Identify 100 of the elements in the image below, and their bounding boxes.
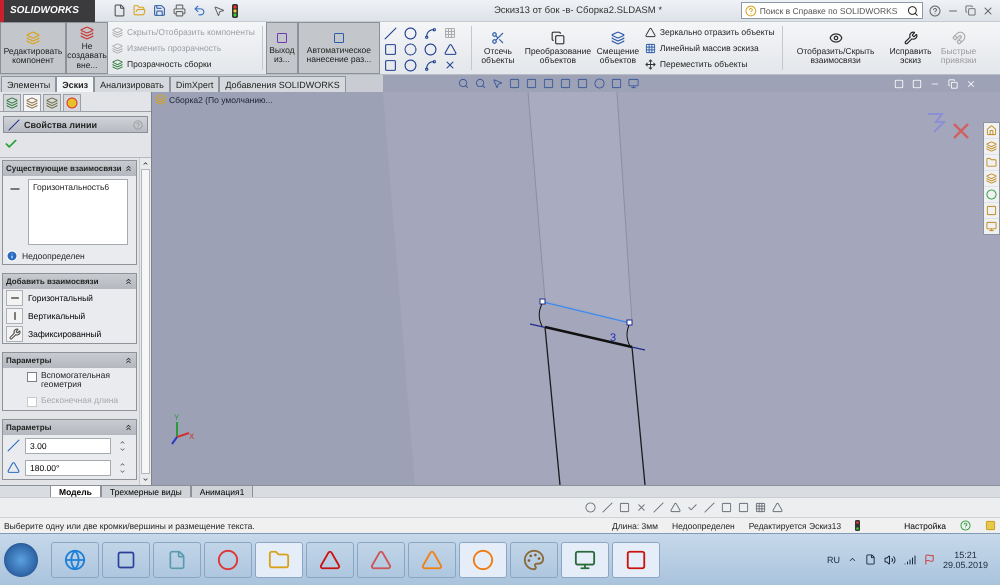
square-icon[interactable] [619, 502, 630, 513]
line-icon[interactable] [653, 502, 664, 513]
clock[interactable]: 15:21 29.05.2019 [942, 550, 988, 570]
line-icon[interactable] [384, 26, 397, 40]
traffic-light-button[interactable] [232, 4, 238, 18]
number-field[interactable]: 180.00° [25, 460, 111, 476]
panel-tab[interactable] [23, 94, 41, 112]
relation-button[interactable]: Вертикальный [3, 307, 136, 325]
save-button[interactable] [153, 4, 166, 17]
grid-icon[interactable] [755, 502, 766, 513]
ribbon-button[interactable]: Отобразить/Скрыть взаимосвязи [786, 22, 886, 74]
cross-icon[interactable] [636, 502, 647, 513]
panel-tab[interactable] [43, 94, 61, 112]
zoom-icon[interactable] [458, 78, 469, 89]
restore-icon[interactable] [948, 78, 958, 88]
help-icon[interactable] [929, 4, 941, 16]
close-icon[interactable] [982, 4, 994, 16]
square-icon[interactable] [577, 78, 588, 89]
task-pane-button[interactable] [984, 139, 999, 154]
sketch-line-drawing[interactable] [530, 298, 646, 351]
taskbar-button[interactable] [357, 542, 405, 578]
ribbon-button[interactable]: Не создавать вне... [66, 22, 108, 74]
settings-button[interactable]: Настройка [904, 520, 946, 530]
collapse-icon[interactable] [124, 164, 133, 173]
help-icon[interactable] [960, 520, 971, 531]
circle-icon[interactable] [404, 58, 417, 72]
line-icon[interactable] [704, 502, 715, 513]
ribbon-button[interactable]: Выход из... [266, 22, 298, 74]
tab[interactable]: Элементы [1, 76, 56, 92]
task-pane-button[interactable] [984, 123, 999, 138]
line-icon[interactable] [602, 502, 613, 513]
taskbar-button[interactable] [51, 542, 99, 578]
square-icon[interactable] [721, 502, 732, 513]
task-pane-button[interactable] [984, 219, 999, 234]
tab[interactable]: Эскиз [56, 76, 94, 92]
dimension-text[interactable]: 3 [610, 332, 616, 344]
start-button[interactable] [4, 542, 38, 576]
relation-button[interactable]: Горизонтальный [3, 289, 136, 307]
ribbon-button[interactable]: Редактировать компонент [0, 22, 66, 74]
tab[interactable]: Анализировать [94, 76, 170, 92]
square-icon[interactable] [509, 78, 520, 89]
square-icon[interactable] [738, 502, 749, 513]
tree-item[interactable]: Сборка2 (По умолчанию... [169, 94, 273, 104]
scrollbar[interactable] [139, 158, 151, 485]
checkbox-option[interactable]: Вспомогательная геометрия [3, 368, 136, 393]
circle-icon[interactable] [585, 502, 596, 513]
search-field[interactable]: Поиск в Справке по SOLIDWORKS [741, 2, 923, 19]
triangle-icon[interactable] [772, 502, 783, 513]
speaker-icon[interactable] [884, 554, 896, 566]
checkbox[interactable] [27, 372, 37, 382]
ribbon-item[interactable]: Зеркально отразить объекты [644, 26, 775, 38]
tab[interactable]: DimXpert [170, 76, 220, 92]
list-item[interactable]: Горизонтальность6 [33, 182, 123, 192]
ribbon-button[interactable]: Автоматическое нанесение раз... [298, 22, 380, 74]
point-icon[interactable] [444, 59, 456, 71]
relations-list[interactable]: Горизонтальность6 [28, 179, 128, 245]
taskbar-button[interactable] [561, 542, 609, 578]
ribbon-item[interactable]: Прозрачность сборки [112, 58, 255, 70]
spline-icon[interactable] [424, 26, 437, 40]
scroll-up-icon[interactable] [142, 160, 149, 167]
square-icon[interactable] [611, 78, 622, 89]
ribbon-button[interactable]: Отсечь объекты [474, 22, 521, 74]
language-indicator[interactable]: RU [826, 554, 840, 564]
scroll-down-icon[interactable] [142, 476, 149, 483]
chevron-up-icon[interactable] [848, 555, 857, 564]
printer-button[interactable] [173, 4, 186, 17]
tab[interactable]: Добавления SOLIDWORKS [219, 76, 346, 92]
task-pane-button[interactable] [984, 171, 999, 186]
circle-icon[interactable] [404, 26, 417, 40]
curve-icon[interactable] [424, 58, 437, 72]
ribbon-button[interactable]: Смещение объектов [594, 22, 641, 74]
restore-icon[interactable] [965, 5, 976, 16]
task-pane-button[interactable] [984, 203, 999, 218]
check-icon[interactable] [687, 502, 698, 513]
taskbar-button[interactable] [102, 542, 150, 578]
taskbar-button[interactable] [204, 542, 252, 578]
taskbar-button[interactable] [510, 542, 558, 578]
sphere-icon[interactable] [594, 78, 605, 89]
panel-tab[interactable] [3, 94, 21, 112]
pointer-icon[interactable] [492, 78, 503, 89]
relation-button[interactable]: Зафиксированный [3, 325, 136, 343]
collapse-icon[interactable] [124, 422, 133, 432]
task-pane-button[interactable] [984, 187, 999, 202]
triangle-icon[interactable] [444, 42, 457, 56]
task-pane-button[interactable] [984, 155, 999, 170]
graphics-area[interactable]: Сборка2 (По умолчанию... 3 Y X [152, 92, 1000, 485]
tab[interactable]: Модель [50, 486, 101, 498]
flag-icon[interactable] [924, 554, 935, 565]
new-file-button[interactable] [113, 4, 126, 17]
square-icon[interactable] [526, 78, 537, 89]
taskbar-button[interactable] [612, 542, 660, 578]
ribbon-button[interactable]: Исправить эскиз [886, 22, 936, 74]
taskbar-button[interactable] [306, 542, 354, 578]
close-icon[interactable] [966, 78, 976, 88]
ok-button[interactable] [4, 137, 18, 151]
tab[interactable]: Анимация1 [190, 486, 254, 498]
pointer-button[interactable] [213, 4, 225, 16]
search-icon[interactable] [907, 4, 919, 16]
rectangle-icon[interactable] [384, 42, 397, 56]
triangle-icon[interactable] [670, 502, 681, 513]
